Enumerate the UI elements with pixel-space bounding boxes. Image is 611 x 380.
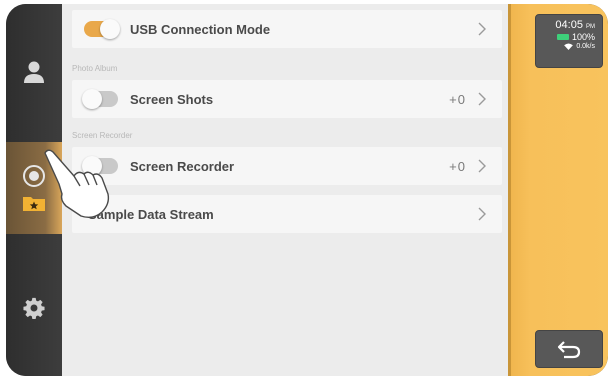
clock: 04:05 PM <box>536 19 595 31</box>
screen-recorder-count: +0 <box>449 158 466 174</box>
device-frame: USB Connection Mode Photo Album Screen S… <box>6 4 608 376</box>
row-label: Screen Shots <box>130 91 214 107</box>
section-label-photo-album: Photo Album <box>72 64 118 73</box>
gear-icon <box>23 297 45 319</box>
battery-level: 100% <box>571 32 595 42</box>
sample-data-stream-row[interactable]: Sample Data Stream <box>72 195 502 233</box>
row-label: Sample Data Stream <box>88 206 214 222</box>
chevron-right-icon <box>478 22 486 36</box>
sidebar-item-settings[interactable] <box>6 288 62 328</box>
network-speed: 0.0k/s <box>576 43 595 50</box>
clock-ampm: PM <box>586 24 595 30</box>
chevron-right-icon <box>478 207 486 221</box>
row-label: Screen Recorder <box>130 158 235 174</box>
screen-shots-row[interactable]: Screen Shots +0 <box>72 80 502 118</box>
right-panel: 04:05 PM 100% 0.0k/s <box>508 4 608 376</box>
usb-toggle[interactable] <box>84 19 120 39</box>
screen-shots-toggle[interactable] <box>82 89 118 109</box>
sidebar-item-user[interactable] <box>6 52 62 92</box>
section-label-screen-recorder: Screen Recorder <box>72 131 133 140</box>
back-button[interactable] <box>535 330 603 368</box>
user-icon <box>24 61 44 83</box>
status-box: 04:05 PM 100% 0.0k/s <box>535 14 603 68</box>
battery-status: 100% <box>536 32 595 42</box>
clock-time: 04:05 <box>555 19 583 31</box>
row-label: USB Connection Mode <box>130 21 271 37</box>
network-status: 0.0k/s <box>536 43 595 50</box>
pointing-hand-icon <box>44 149 110 219</box>
battery-icon <box>556 34 569 40</box>
wifi-icon <box>564 43 574 50</box>
usb-connection-row[interactable]: USB Connection Mode <box>72 10 502 48</box>
chevron-right-icon <box>478 159 486 173</box>
chevron-right-icon <box>478 92 486 106</box>
screen-recorder-row[interactable]: Screen Recorder +0 <box>72 147 502 185</box>
settings-list: USB Connection Mode Photo Album Screen S… <box>62 4 508 376</box>
screen-shots-count: +0 <box>449 91 466 107</box>
back-arrow-icon <box>557 341 581 359</box>
